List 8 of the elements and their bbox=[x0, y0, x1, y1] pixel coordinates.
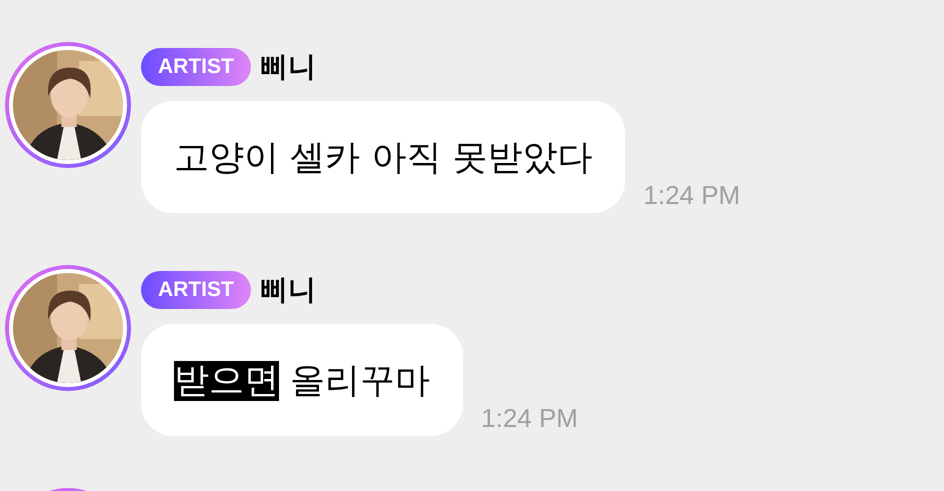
role-badge: ARTIST bbox=[141, 271, 251, 309]
sender-name: 삐니 bbox=[260, 49, 316, 85]
message-time: 1:24 PM bbox=[481, 403, 578, 435]
role-badge: ARTIST bbox=[141, 48, 251, 86]
sender-name: 삐니 bbox=[260, 272, 316, 308]
message-time: 1:24 PM bbox=[643, 180, 740, 212]
message-text: 받으면 올리꾸마 bbox=[174, 360, 430, 402]
message-text: 고양이 셀카 아직 못받았다 bbox=[174, 136, 592, 180]
